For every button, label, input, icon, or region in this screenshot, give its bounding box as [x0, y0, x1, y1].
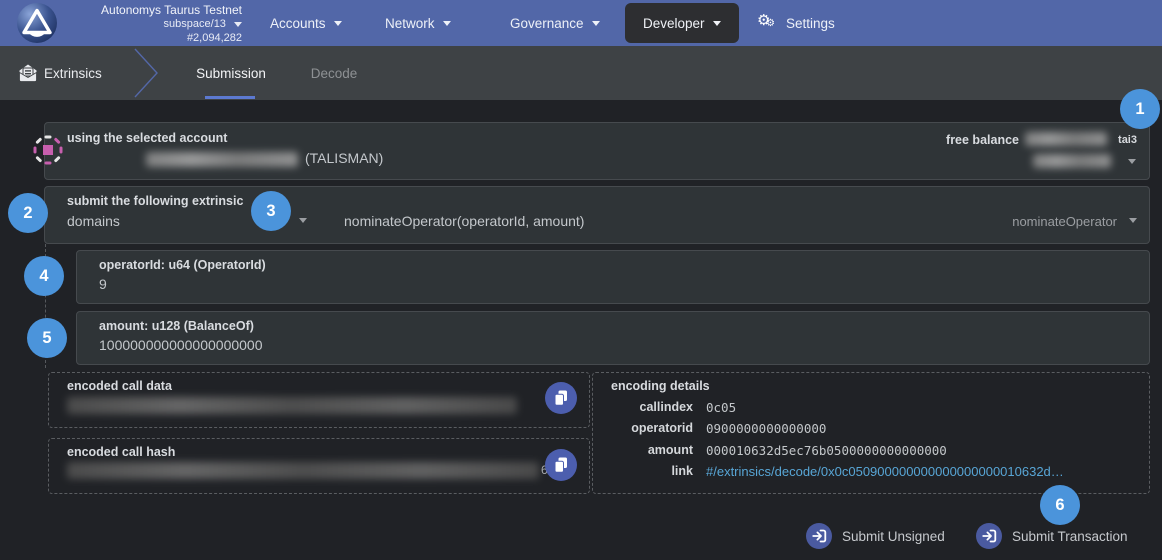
- method-select[interactable]: nominateOperator: [1012, 214, 1117, 229]
- redacted-balance-value: [1025, 132, 1107, 146]
- selected-account-panel[interactable]: using the selected account (TALISMAN) fr…: [44, 122, 1150, 180]
- encoding-key-link: link: [593, 464, 693, 478]
- account-dropdown-caret[interactable]: [1128, 159, 1136, 164]
- annotation-badge-3: 3: [251, 191, 291, 231]
- annotation-badge-5: 5: [27, 318, 67, 358]
- chevron-down-icon: [713, 21, 721, 26]
- param-operatorid-field[interactable]: operatorId: u64 (OperatorId) 9: [76, 250, 1150, 304]
- nav-developer[interactable]: Developer: [625, 3, 739, 43]
- active-tab-underline: [205, 96, 255, 99]
- nav-network[interactable]: Network: [385, 0, 451, 46]
- annotation-badge-4: 4: [24, 256, 64, 296]
- encoded-call-data-label: encoded call data: [67, 379, 172, 393]
- encoding-value-callindex: 0c05: [706, 400, 736, 415]
- copy-icon: [554, 390, 568, 406]
- redacted-call-data: [67, 397, 517, 414]
- section-select-caret[interactable]: [299, 218, 307, 223]
- section-select[interactable]: domains: [67, 213, 120, 229]
- encoded-call-hash-label: encoded call hash: [67, 445, 175, 459]
- tab-decode[interactable]: Decode: [298, 46, 370, 100]
- block-number: #2,094,282: [56, 31, 242, 45]
- annotation-badge-2: 2: [8, 193, 48, 233]
- encoding-details-box: encoding details callindex 0c05 operator…: [592, 372, 1150, 494]
- extrinsic-panel: submit the following extrinsic domains n…: [44, 186, 1150, 244]
- autonomys-logo-icon: [16, 2, 58, 44]
- method-select-caret[interactable]: [1129, 218, 1137, 223]
- redacted-call-hash: [67, 462, 539, 479]
- account-identicon[interactable]: [32, 134, 64, 166]
- annotation-badge-1: 1: [1120, 89, 1160, 129]
- encoding-key-amount: amount: [593, 443, 693, 457]
- sign-in-icon: [806, 523, 832, 549]
- encoding-key-operatorid: operatorid: [593, 421, 693, 435]
- chevron-down-icon: [592, 21, 600, 26]
- copy-icon: [554, 457, 568, 473]
- encoding-details-title: encoding details: [611, 379, 710, 393]
- chain-info: Autonomys Taurus Testnet subspace/13 #2,…: [56, 3, 242, 45]
- nav-accounts[interactable]: Accounts: [270, 0, 342, 46]
- encoding-key-callindex: callindex: [593, 400, 693, 414]
- nav-governance[interactable]: Governance: [510, 0, 600, 46]
- redacted-balance-secondary: [1033, 154, 1111, 168]
- param-amount-label: amount: u128 (BalanceOf): [99, 319, 254, 333]
- redacted-account-name: [146, 152, 298, 167]
- extrinsics-icon: [18, 63, 38, 83]
- free-balance-label: free balance: [946, 133, 1019, 147]
- param-operatorid-label: operatorId: u64 (OperatorId): [99, 258, 266, 272]
- decode-link[interactable]: #/extrinsics/decode/0x0c0509000000000000…: [706, 464, 1064, 479]
- sign-in-icon: [976, 523, 1002, 549]
- chain-name: Autonomys Taurus Testnet: [56, 3, 242, 17]
- chevron-down-icon: [334, 21, 342, 26]
- param-amount-field[interactable]: amount: u128 (BalanceOf) 100000000000000…: [76, 311, 1150, 365]
- submit-unsigned-button[interactable]: Submit Unsigned: [806, 523, 945, 549]
- breadcrumb-chevron: [130, 46, 162, 100]
- extrinsic-label: submit the following extrinsic: [67, 194, 243, 208]
- param-operatorid-input[interactable]: 9: [99, 276, 107, 292]
- tab-submission[interactable]: Submission: [186, 46, 276, 100]
- section-title: Extrinsics: [44, 46, 102, 100]
- chevron-down-icon: [234, 22, 242, 27]
- top-navbar: Autonomys Taurus Testnet subspace/13 #2,…: [0, 0, 1162, 46]
- encoding-value-operatorid: 0900000000000000: [706, 421, 826, 436]
- encoded-call-hash-box: encoded call hash 6: [48, 438, 590, 494]
- nav-settings[interactable]: ⚙⚙ Settings: [758, 0, 835, 46]
- account-source: (TALISMAN): [305, 150, 383, 166]
- tab-bar: Extrinsics Submission Decode: [0, 46, 1162, 100]
- encoded-call-data-box: encoded call data: [48, 372, 590, 428]
- submit-transaction-button[interactable]: Submit Transaction: [976, 523, 1128, 549]
- gear-icon: ⚙⚙: [758, 13, 778, 33]
- chevron-down-icon: [443, 21, 451, 26]
- copy-call-hash-button[interactable]: [545, 449, 577, 481]
- balance-unit: tai3: [1118, 134, 1137, 146]
- runtime-selector[interactable]: subspace/13: [56, 17, 242, 31]
- encoding-value-amount: 000010632d5ec76b0500000000000000: [706, 443, 947, 458]
- method-signature: nominateOperator(operatorId, amount): [344, 213, 584, 229]
- param-amount-input[interactable]: 100000000000000000000: [99, 337, 263, 353]
- annotation-badge-6: 6: [1040, 485, 1080, 525]
- account-label: using the selected account: [67, 131, 227, 145]
- copy-call-data-button[interactable]: [545, 382, 577, 414]
